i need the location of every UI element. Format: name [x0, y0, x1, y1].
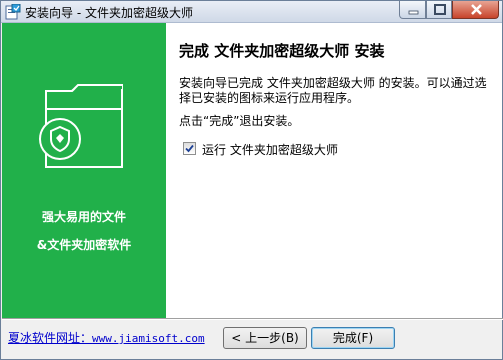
page-title: 完成 文件夹加密超级大师 安装: [179, 42, 385, 60]
wizard-sidebar: 强大易用的文件 &文件夹加密软件: [2, 23, 166, 318]
website-link-label: 夏冰软件网址：: [8, 331, 93, 345]
installer-app-icon: [5, 4, 21, 20]
sidebar-tagline-2: &文件夹加密软件: [36, 238, 132, 252]
footer-divider: [2, 318, 503, 320]
finish-button[interactable]: 完成(F): [311, 327, 395, 349]
completion-message: 安装向导已完成 文件夹加密超级大师 的安装。可以通过选择已安装的图标来运行应用程…: [179, 76, 487, 105]
title-bar[interactable]: 安装向导 - 文件夹加密超级大师: [1, 1, 502, 23]
folder-shield-icon: [39, 83, 123, 168]
back-button[interactable]: < 上一步(B): [223, 327, 307, 349]
website-url: www.jiamisoft.com: [92, 332, 205, 345]
checkmark-icon: [185, 144, 194, 153]
maximize-icon: [434, 4, 446, 15]
installer-window: 安装向导 - 文件夹加密超级大师 强大易用的文件 &文件夹加密软件 完成 文件夹…: [0, 0, 503, 360]
sidebar-tagline-1: 强大易用的文件: [41, 210, 126, 224]
minimize-icon: [408, 10, 419, 15]
close-button[interactable]: [452, 1, 499, 19]
website-link[interactable]: 夏冰软件网址：www.jiamisoft.com: [8, 329, 205, 346]
minimize-button[interactable]: [399, 1, 426, 19]
run-app-label[interactable]: 运行 文件夹加密超级大师: [202, 141, 338, 158]
close-icon: [471, 4, 482, 15]
wizard-content: 完成 文件夹加密超级大师 安装 安装向导已完成 文件夹加密超级大师 的安装。可以…: [166, 23, 502, 318]
window-title: 安装向导 - 文件夹加密超级大师: [25, 6, 193, 20]
run-app-checkbox[interactable]: [183, 142, 196, 155]
exit-instruction: 点击“完成”退出安装。: [179, 114, 300, 128]
maximize-button[interactable]: [426, 1, 452, 19]
